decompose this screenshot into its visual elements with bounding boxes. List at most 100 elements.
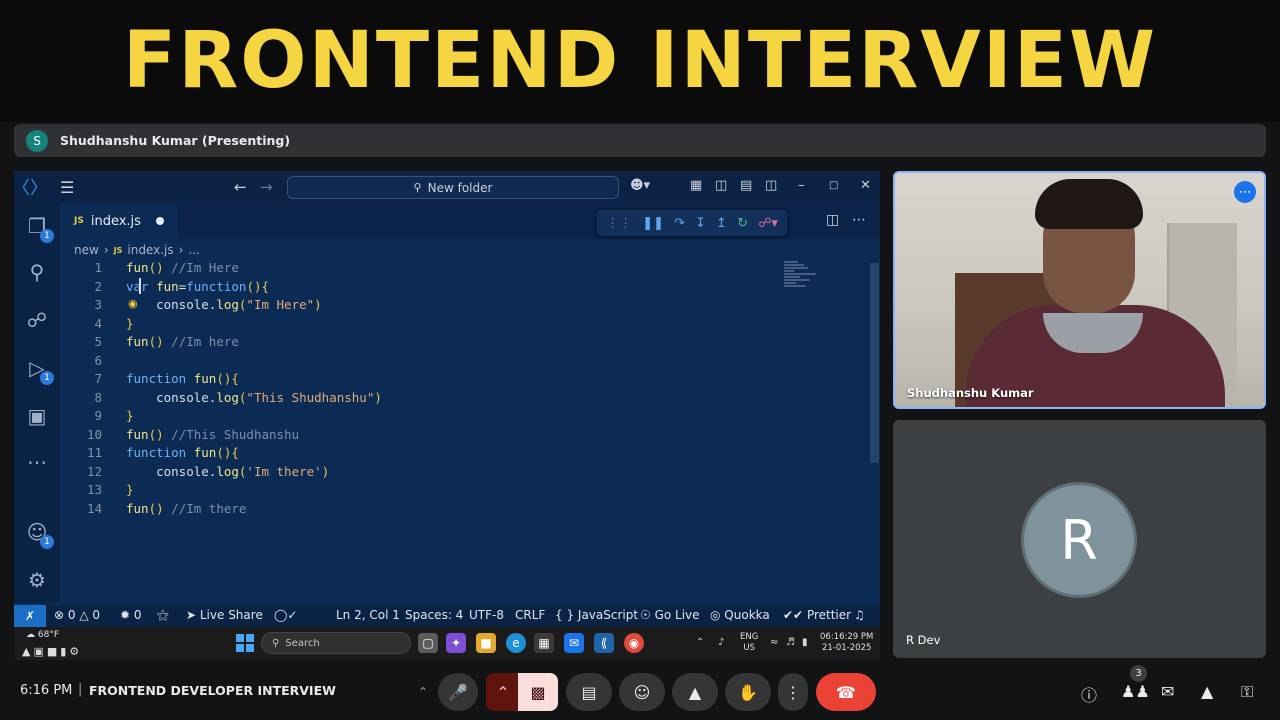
tray-quick-icons[interactable]: ▲▣■▮⚙ bbox=[22, 645, 82, 658]
cursor-position[interactable]: Ln 2, Col 1 bbox=[336, 608, 400, 622]
edge-browser-icon[interactable]: e bbox=[506, 633, 526, 653]
participant-tile-presenter[interactable]: ⋯ Shudhanshu Kumar bbox=[893, 171, 1266, 409]
split-editor-icon[interactable]: ◫ bbox=[826, 212, 839, 228]
language-indicator[interactable]: ENG US bbox=[740, 632, 758, 654]
volume-icon[interactable]: ♬ bbox=[786, 637, 795, 648]
copilot-app-icon[interactable]: ✦ bbox=[446, 633, 466, 653]
toggle-sidebar-icon[interactable]: ◫ bbox=[715, 178, 727, 193]
ports-indicator[interactable]: ✹ 0 bbox=[120, 608, 142, 622]
wifi-icon[interactable]: ≈ bbox=[770, 637, 778, 648]
breadcrumb-file[interactable]: index.js bbox=[127, 243, 173, 257]
search-icon: ⚲ bbox=[413, 181, 422, 194]
system-clock[interactable]: 06:16:29 PM 21-01-2025 bbox=[820, 632, 873, 654]
tray-overflow-icon[interactable]: ⌃ bbox=[696, 637, 704, 648]
indentation[interactable]: Spaces: 4 bbox=[405, 608, 463, 622]
weather-widget[interactable]: ☁ 68°F bbox=[26, 630, 59, 640]
language-mode[interactable]: { } JavaScript bbox=[555, 608, 638, 622]
activities-icon[interactable]: ▲ bbox=[1201, 682, 1213, 701]
lightbulb-icon[interactable]: ◉ bbox=[128, 297, 138, 310]
back-arrow-icon[interactable]: ← bbox=[234, 178, 247, 196]
disconnect-icon[interactable]: ☍▾ bbox=[758, 216, 778, 231]
restore-icon[interactable]: □ bbox=[829, 180, 838, 191]
participant-tile-r-dev[interactable]: R R Dev bbox=[893, 420, 1266, 658]
meeting-info-icon[interactable]: ⓘ bbox=[1081, 682, 1097, 706]
chat-icon[interactable]: ✉ bbox=[1161, 682, 1174, 701]
toggle-secondary-sidebar-icon[interactable]: ◫ bbox=[765, 178, 777, 193]
minimize-icon[interactable]: – bbox=[798, 178, 805, 193]
problems-indicator[interactable]: ⊗ 0 △ 0 bbox=[54, 608, 100, 622]
command-center-search[interactable]: ⚲ New folder bbox=[287, 176, 619, 199]
accounts-status-icon[interactable]: ⚝ bbox=[157, 608, 169, 623]
people-icon[interactable]: ♟♟ bbox=[1121, 682, 1150, 701]
microphone-button[interactable]: 🎤 bbox=[438, 673, 478, 711]
raise-hand-button[interactable]: ✋ bbox=[725, 673, 771, 711]
restart-icon[interactable]: ↻ bbox=[737, 216, 748, 231]
microphone-tray-icon[interactable]: ♪ bbox=[718, 637, 724, 648]
breadcrumb-more[interactable]: ... bbox=[188, 243, 199, 257]
file-explorer-icon[interactable]: ■ bbox=[476, 633, 496, 653]
chevron-right-icon: › bbox=[103, 243, 109, 257]
tab-filename: index.js bbox=[90, 213, 141, 229]
leave-call-button[interactable]: ☎ bbox=[816, 673, 876, 711]
source-control-icon[interactable]: ☍ bbox=[24, 307, 50, 333]
video-options-chevron-icon[interactable]: ⌃ bbox=[486, 673, 520, 711]
emoji-reactions-button[interactable]: ☺ bbox=[619, 673, 665, 711]
code-line: 7 function fun(){ bbox=[94, 371, 239, 386]
command-center-label: New folder bbox=[427, 180, 493, 195]
emoji-icon: ☺ bbox=[633, 682, 651, 702]
audio-options-chevron-icon[interactable]: ⌃ bbox=[410, 673, 436, 711]
editor-scrollbar[interactable] bbox=[870, 263, 879, 463]
prettier-button[interactable]: ✔✔ Prettier bbox=[783, 608, 851, 622]
copilot-status-icon[interactable]: ◯✓ bbox=[274, 608, 297, 622]
meet-window: FRONTEND INTERVIEW S Shudhanshu Kumar (P… bbox=[0, 0, 1280, 720]
step-into-icon[interactable]: ↧ bbox=[695, 216, 706, 231]
battery-icon[interactable]: ▮ bbox=[802, 637, 808, 648]
accounts-icon[interactable]: ☺ 1 bbox=[24, 519, 54, 549]
copilot-icon[interactable]: ☻▾ bbox=[630, 178, 650, 193]
taskbar-search-input[interactable]: ⚲ Search bbox=[261, 632, 411, 654]
windows-start-icon[interactable] bbox=[236, 634, 254, 652]
search-icon[interactable]: ⚲ bbox=[24, 259, 50, 285]
explorer-icon[interactable]: ❐ 1 bbox=[24, 213, 54, 243]
breadcrumb-folder[interactable]: new bbox=[74, 243, 99, 257]
pause-icon[interactable]: ❚❚ bbox=[642, 216, 664, 231]
remote-explorer-icon[interactable]: ▣ bbox=[24, 403, 50, 429]
debug-toolbar: ⋮⋮ ❚❚ ↷ ↧ ↥ ↻ ☍▾ bbox=[597, 210, 787, 236]
live-share-button[interactable]: ➤ Live Share bbox=[186, 608, 263, 622]
step-out-icon[interactable]: ↥ bbox=[716, 216, 727, 231]
chrome-icon[interactable]: ◉ bbox=[624, 633, 644, 653]
line-ending[interactable]: CRLF bbox=[515, 608, 545, 622]
task-view-icon[interactable]: ▢ bbox=[418, 633, 438, 653]
hamburger-menu-icon[interactable]: ☰ bbox=[60, 178, 74, 197]
editor-more-icon[interactable]: ⋯ bbox=[852, 212, 866, 228]
remote-indicator-icon[interactable]: ✗ bbox=[14, 605, 46, 627]
more-options-icon[interactable]: ⋯ bbox=[1234, 181, 1256, 203]
present-screen-button[interactable]: ▲ bbox=[672, 673, 718, 711]
customize-layout-icon[interactable]: ▦ bbox=[690, 178, 702, 193]
forward-arrow-icon[interactable]: → bbox=[260, 178, 273, 196]
minimap[interactable] bbox=[784, 261, 822, 291]
more-options-button[interactable]: ⋮ bbox=[778, 673, 808, 711]
step-over-icon[interactable]: ↷ bbox=[674, 216, 685, 231]
toggle-panel-icon[interactable]: ▤ bbox=[740, 178, 752, 193]
captions-button[interactable]: ▤ bbox=[566, 673, 612, 711]
more-icon[interactable]: ⋯ bbox=[24, 449, 50, 475]
run-debug-icon[interactable]: ▷ 1 bbox=[24, 355, 54, 385]
tab-index-js[interactable]: JS index.js bbox=[60, 203, 178, 239]
vscode-taskbar-icon[interactable]: ⟪ bbox=[594, 633, 614, 653]
encoding[interactable]: UTF-8 bbox=[469, 608, 504, 622]
mail-icon[interactable]: ✉ bbox=[564, 633, 584, 653]
unsaved-dot-icon[interactable] bbox=[156, 217, 164, 225]
drag-handle-icon[interactable]: ⋮⋮ bbox=[606, 216, 632, 231]
go-live-button[interactable]: ☉ Go Live bbox=[640, 608, 700, 622]
notifications-bell-icon[interactable]: ♫ bbox=[854, 608, 865, 622]
host-controls-icon[interactable]: ⚿ bbox=[1241, 682, 1253, 702]
presenting-bar: S Shudhanshu Kumar (Presenting) bbox=[14, 124, 1266, 157]
vscode-logo-icon: 〈〉 bbox=[14, 178, 48, 199]
quokka-button[interactable]: ◎ Quokka bbox=[710, 608, 770, 622]
code-editor[interactable]: 1 fun() //Im Here 2 var fun=function(){ 3 … bbox=[60, 259, 880, 603]
close-icon[interactable]: ✕ bbox=[860, 178, 871, 193]
store-icon[interactable]: ▦ bbox=[534, 633, 554, 653]
camera-off-button[interactable]: ▩ bbox=[518, 673, 558, 711]
settings-gear-icon[interactable]: ⚙ bbox=[24, 567, 50, 593]
